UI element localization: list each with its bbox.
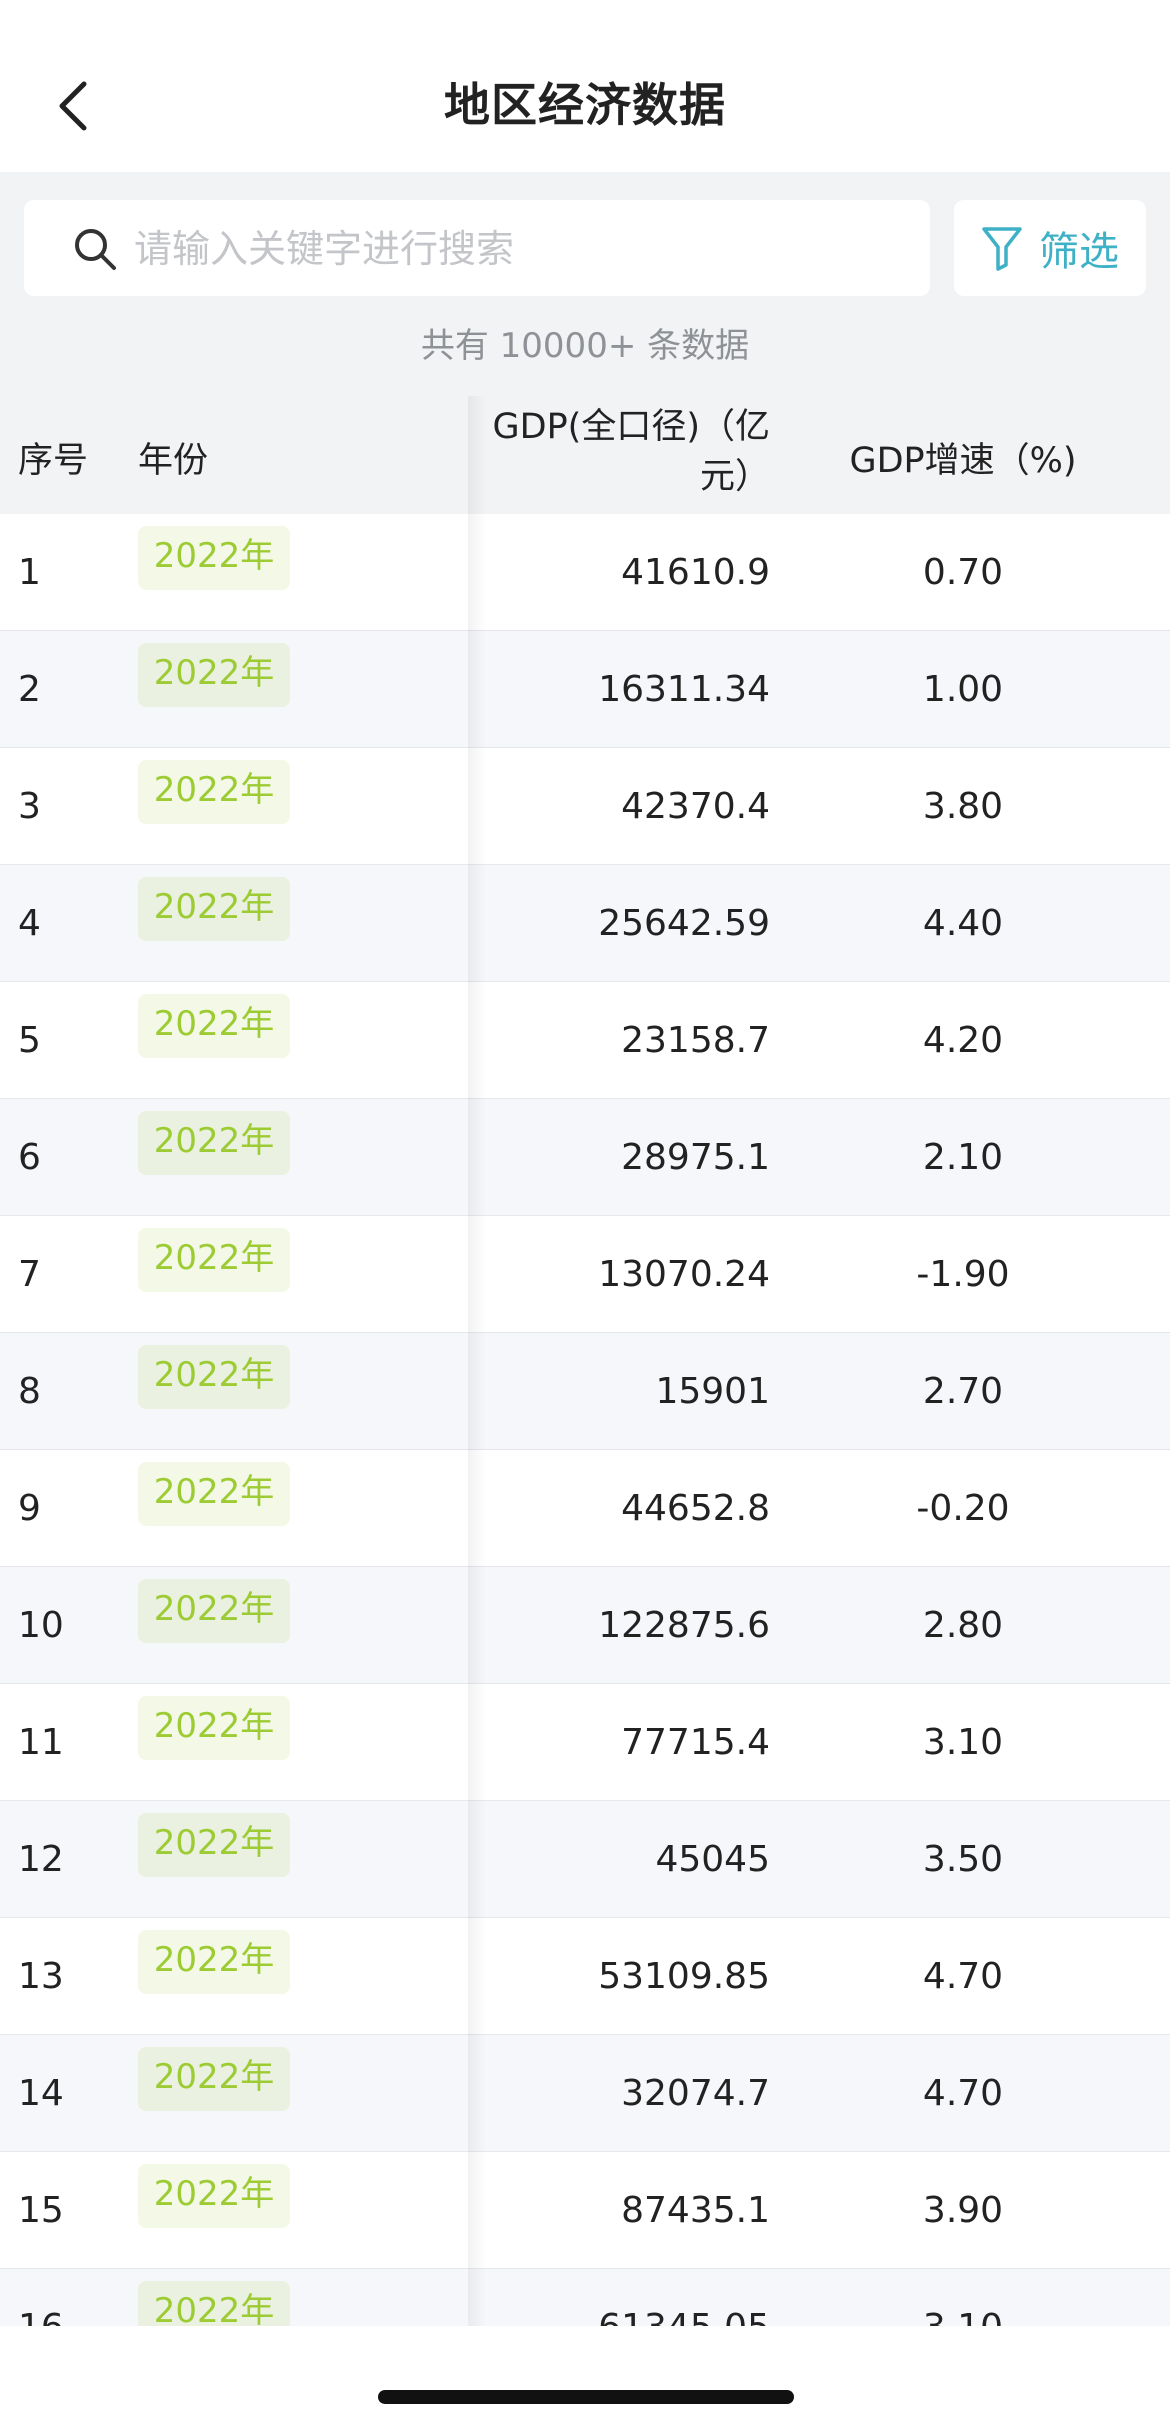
year-tag: 2022年 — [138, 1813, 290, 1877]
gdp-value: 32074.7 — [621, 2073, 770, 2114]
gdp-value: 44652.8 — [621, 1488, 770, 1529]
table-row[interactable]: 16 2022年 61345.05 3.10 — [0, 2269, 1170, 2334]
app: 地区经济数据 筛选 共有 10000+ 条数据 序号 年份 GDP(全口径)（亿… — [0, 0, 1170, 2429]
table-row[interactable]: 4 2022年 25642.59 4.40 — [0, 865, 1170, 982]
table-row[interactable]: 7 2022年 13070.24 -1.90 — [0, 1216, 1170, 1333]
search-input[interactable] — [132, 200, 916, 298]
year-tag: 2022年 — [138, 760, 290, 824]
table-row[interactable]: 1 2022年 41610.9 0.70 — [0, 514, 1170, 631]
year-tag: 2022年 — [138, 1228, 290, 1292]
gdp-growth-value: 4.40 — [922, 903, 1004, 944]
row-index: 10 — [18, 1605, 64, 1646]
year-tag: 2022年 — [138, 643, 290, 707]
gdp-value: 15901 — [655, 1371, 770, 1412]
table-row[interactable]: 9 2022年 44652.8 -0.20 — [0, 1450, 1170, 1567]
gdp-growth-value: 3.90 — [922, 2190, 1004, 2231]
column-header-gdp[interactable]: GDP(全口径)（亿元） — [470, 402, 771, 502]
table-row[interactable]: 10 2022年 122875.6 2.80 — [0, 1567, 1170, 1684]
gdp-growth-value: 3.80 — [922, 786, 1004, 827]
year-tag: 2022年 — [138, 877, 290, 941]
gdp-value: 87435.1 — [621, 2190, 770, 2231]
gdp-value: 41610.9 — [621, 552, 770, 593]
year-tag: 2022年 — [138, 1462, 290, 1526]
gdp-growth-value: 0.70 — [922, 552, 1004, 593]
table-row[interactable]: 13 2022年 53109.85 4.70 — [0, 1918, 1170, 2035]
table-row[interactable]: 15 2022年 87435.1 3.90 — [0, 2152, 1170, 2269]
table-row[interactable]: 3 2022年 42370.4 3.80 — [0, 748, 1170, 865]
row-index: 9 — [18, 1488, 41, 1529]
row-index: 6 — [18, 1137, 41, 1178]
gdp-growth-value: 3.50 — [922, 1839, 1004, 1880]
row-index: 11 — [18, 1722, 64, 1763]
gdp-growth-value: 4.20 — [922, 1020, 1004, 1061]
gdp-value: 13070.24 — [598, 1254, 770, 1295]
row-index: 1 — [18, 552, 41, 593]
column-header-index[interactable]: 序号 — [18, 432, 88, 483]
row-index: 12 — [18, 1839, 64, 1880]
filter-label: 筛选 — [1039, 229, 1119, 275]
column-header-gdp-growth[interactable]: GDP增速（%) — [818, 432, 1108, 483]
search-box[interactable] — [24, 200, 930, 298]
row-index: 7 — [18, 1254, 41, 1295]
gdp-value: 77715.4 — [621, 1722, 770, 1763]
table-row[interactable]: 12 2022年 45045 3.50 — [0, 1801, 1170, 1918]
row-index: 8 — [18, 1371, 41, 1412]
gdp-growth-value: -1.90 — [916, 1254, 1010, 1295]
row-index: 4 — [18, 903, 41, 944]
row-index: 15 — [18, 2190, 64, 2231]
page-title: 地区经济数据 — [444, 78, 726, 132]
gdp-value: 53109.85 — [598, 1956, 770, 1997]
gdp-growth-value: 2.80 — [922, 1605, 1004, 1646]
table-row[interactable]: 11 2022年 77715.4 3.10 — [0, 1684, 1170, 1801]
gdp-value: 16311.34 — [598, 669, 770, 710]
gdp-value: 28975.1 — [621, 1137, 770, 1178]
search-icon — [75, 229, 116, 270]
gdp-growth-value: 3.10 — [922, 1722, 1004, 1763]
year-tag: 2022年 — [138, 1345, 290, 1409]
row-index: 14 — [18, 2073, 64, 2114]
search-section: 筛选 共有 10000+ 条数据 — [0, 172, 1170, 396]
gdp-growth-value: 2.70 — [922, 1371, 1004, 1412]
result-count: 共有 10000+ 条数据 — [420, 326, 750, 366]
filter-button[interactable]: 筛选 — [954, 200, 1146, 296]
row-index: 5 — [18, 1020, 41, 1061]
bottom-safe-area — [0, 2326, 1170, 2429]
home-indicator — [378, 2390, 794, 2404]
column-header-year[interactable]: 年份 — [138, 432, 208, 483]
navigation-bar: 地区经济数据 — [0, 0, 1170, 172]
table-row[interactable]: 8 2022年 15901 2.70 — [0, 1333, 1170, 1450]
gdp-growth-value: 1.00 — [922, 669, 1004, 710]
year-tag: 2022年 — [138, 994, 290, 1058]
year-tag: 2022年 — [138, 2164, 290, 2228]
year-tag: 2022年 — [138, 1696, 290, 1760]
table-row[interactable]: 2 2022年 16311.34 1.00 — [0, 631, 1170, 748]
gdp-growth-value: 2.10 — [922, 1137, 1004, 1178]
table-row[interactable]: 14 2022年 32074.7 4.70 — [0, 2035, 1170, 2152]
gdp-value: 25642.59 — [598, 903, 770, 944]
table-header: 序号 年份 GDP(全口径)（亿元） GDP增速（%) — [0, 396, 1170, 514]
year-tag: 2022年 — [138, 526, 290, 590]
table-row[interactable]: 5 2022年 23158.7 4.20 — [0, 982, 1170, 1099]
table-body: 1 2022年 41610.9 0.70 2 2022年 16311.34 1.00 3 2022… — [0, 514, 1170, 2334]
gdp-growth-value: 4.70 — [922, 1956, 1004, 1997]
gdp-growth-value: 4.70 — [922, 2073, 1004, 2114]
gdp-value: 23158.7 — [621, 1020, 770, 1061]
gdp-value: 42370.4 — [621, 786, 770, 827]
year-tag: 2022年 — [138, 1111, 290, 1175]
year-tag: 2022年 — [138, 2047, 290, 2111]
year-tag: 2022年 — [138, 1579, 290, 1643]
gdp-value: 122875.6 — [598, 1605, 770, 1646]
filter-icon — [982, 227, 1022, 271]
row-index: 3 — [18, 786, 41, 827]
gdp-growth-value: -0.20 — [916, 1488, 1010, 1529]
gdp-value: 45045 — [655, 1839, 770, 1880]
year-tag: 2022年 — [138, 1930, 290, 1994]
table-row[interactable]: 6 2022年 28975.1 2.10 — [0, 1099, 1170, 1216]
row-index: 2 — [18, 669, 41, 710]
row-index: 13 — [18, 1956, 64, 1997]
